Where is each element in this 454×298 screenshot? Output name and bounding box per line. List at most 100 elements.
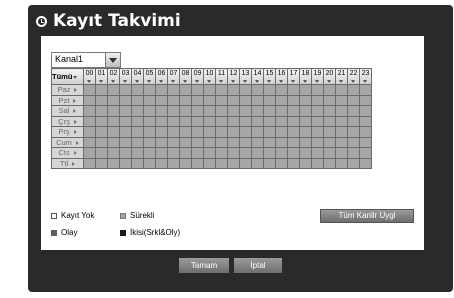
schedule-cell[interactable]	[203, 115, 216, 127]
schedule-cell[interactable]	[131, 157, 144, 169]
hour-header-17[interactable]: 17	[287, 68, 300, 85]
schedule-cell[interactable]	[323, 157, 336, 169]
hour-header-14[interactable]: 14	[251, 68, 264, 85]
hour-header-23[interactable]: 23	[359, 68, 372, 85]
day-header[interactable]: Sal	[51, 105, 84, 117]
schedule-cell[interactable]	[215, 136, 228, 148]
schedule-cell[interactable]	[155, 126, 168, 138]
schedule-cell[interactable]	[359, 126, 372, 138]
schedule-cell[interactable]	[275, 136, 288, 148]
schedule-cell[interactable]	[239, 157, 252, 169]
schedule-cell[interactable]	[227, 126, 240, 138]
hour-header-15[interactable]: 15	[263, 68, 276, 85]
channel-select[interactable]: Kanal1	[51, 52, 121, 68]
schedule-cell[interactable]	[179, 126, 192, 138]
chevron-down-icon[interactable]	[105, 53, 120, 67]
schedule-cell[interactable]	[311, 84, 324, 96]
schedule-cell[interactable]	[335, 115, 348, 127]
schedule-cell[interactable]	[83, 136, 96, 148]
day-header[interactable]: Pzt	[51, 94, 84, 106]
schedule-cell[interactable]	[311, 157, 324, 169]
schedule-cell[interactable]	[179, 147, 192, 159]
schedule-cell[interactable]	[215, 115, 228, 127]
schedule-cell[interactable]	[203, 136, 216, 148]
schedule-cell[interactable]	[179, 84, 192, 96]
schedule-cell[interactable]	[215, 105, 228, 117]
schedule-cell[interactable]	[251, 126, 264, 138]
schedule-cell[interactable]	[191, 94, 204, 106]
schedule-cell[interactable]	[167, 147, 180, 159]
schedule-cell[interactable]	[119, 126, 132, 138]
schedule-cell[interactable]	[311, 105, 324, 117]
hour-header-08[interactable]: 08	[179, 68, 192, 85]
schedule-cell[interactable]	[131, 84, 144, 96]
schedule-cell[interactable]	[83, 94, 96, 106]
schedule-cell[interactable]	[263, 94, 276, 106]
schedule-cell[interactable]	[287, 126, 300, 138]
schedule-cell[interactable]	[251, 157, 264, 169]
schedule-cell[interactable]	[239, 126, 252, 138]
schedule-cell[interactable]	[143, 147, 156, 159]
schedule-cell[interactable]	[347, 136, 360, 148]
schedule-cell[interactable]	[155, 105, 168, 117]
schedule-cell[interactable]	[191, 136, 204, 148]
schedule-cell[interactable]	[83, 157, 96, 169]
schedule-cell[interactable]	[155, 94, 168, 106]
schedule-cell[interactable]	[191, 115, 204, 127]
schedule-cell[interactable]	[167, 157, 180, 169]
schedule-cell[interactable]	[251, 105, 264, 117]
schedule-cell[interactable]	[83, 147, 96, 159]
schedule-cell[interactable]	[359, 136, 372, 148]
schedule-cell[interactable]	[203, 147, 216, 159]
schedule-cell[interactable]	[275, 105, 288, 117]
hour-header-05[interactable]: 05	[143, 68, 156, 85]
schedule-cell[interactable]	[275, 94, 288, 106]
schedule-cell[interactable]	[311, 147, 324, 159]
schedule-cell[interactable]	[347, 115, 360, 127]
schedule-cell[interactable]	[107, 126, 120, 138]
schedule-cell[interactable]	[263, 136, 276, 148]
schedule-cell[interactable]	[191, 147, 204, 159]
hour-header-19[interactable]: 19	[311, 68, 324, 85]
day-header[interactable]: Paz	[51, 84, 84, 96]
schedule-cell[interactable]	[143, 157, 156, 169]
schedule-cell[interactable]	[347, 94, 360, 106]
schedule-cell[interactable]	[119, 115, 132, 127]
day-header[interactable]: Prş	[51, 126, 84, 138]
schedule-cell[interactable]	[95, 126, 108, 138]
hour-header-03[interactable]: 03	[119, 68, 132, 85]
schedule-cell[interactable]	[335, 136, 348, 148]
schedule-cell[interactable]	[323, 94, 336, 106]
schedule-cell[interactable]	[131, 126, 144, 138]
schedule-cell[interactable]	[227, 84, 240, 96]
schedule-cell[interactable]	[227, 157, 240, 169]
schedule-cell[interactable]	[287, 115, 300, 127]
schedule-cell[interactable]	[107, 115, 120, 127]
schedule-cell[interactable]	[167, 105, 180, 117]
schedule-cell[interactable]	[107, 147, 120, 159]
schedule-cell[interactable]	[335, 94, 348, 106]
schedule-cell[interactable]	[191, 84, 204, 96]
schedule-cell[interactable]	[167, 126, 180, 138]
schedule-cell[interactable]	[299, 157, 312, 169]
schedule-cell[interactable]	[83, 126, 96, 138]
hour-header-07[interactable]: 07	[167, 68, 180, 85]
hour-header-12[interactable]: 12	[227, 68, 240, 85]
select-all-header[interactable]: Tümü	[51, 68, 84, 85]
schedule-cell[interactable]	[251, 147, 264, 159]
schedule-cell[interactable]	[359, 115, 372, 127]
schedule-cell[interactable]	[263, 157, 276, 169]
cancel-button[interactable]: İptal	[234, 258, 282, 273]
schedule-cell[interactable]	[263, 115, 276, 127]
schedule-cell[interactable]	[323, 126, 336, 138]
schedule-cell[interactable]	[107, 136, 120, 148]
schedule-cell[interactable]	[263, 105, 276, 117]
hour-header-18[interactable]: 18	[299, 68, 312, 85]
schedule-cell[interactable]	[251, 115, 264, 127]
hour-header-09[interactable]: 09	[191, 68, 204, 85]
schedule-cell[interactable]	[107, 105, 120, 117]
hour-header-11[interactable]: 11	[215, 68, 228, 85]
schedule-cell[interactable]	[215, 147, 228, 159]
schedule-cell[interactable]	[131, 147, 144, 159]
schedule-cell[interactable]	[215, 126, 228, 138]
